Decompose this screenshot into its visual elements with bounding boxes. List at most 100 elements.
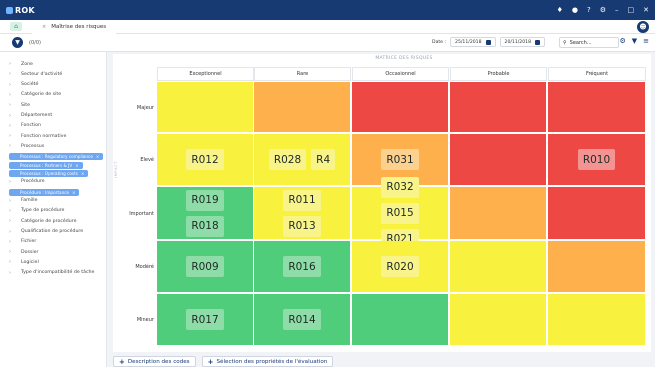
- filter-item[interactable]: › Site: [9, 102, 30, 108]
- settings-icon[interactable]: ⚙: [600, 6, 606, 14]
- matrix-cell[interactable]: [548, 82, 645, 132]
- matrix-cell[interactable]: R020: [352, 241, 448, 292]
- filter-item[interactable]: › Catégorie de procédure: [9, 218, 76, 224]
- date-from-field[interactable]: 25/11/2018: [450, 37, 496, 47]
- active-filter-chip[interactable]: Processus : Operating costs ×: [9, 170, 89, 177]
- risk-badge[interactable]: R032: [381, 176, 419, 198]
- filter-item[interactable]: › Procédure: [9, 179, 45, 185]
- active-filter-chip[interactable]: Processus : Partners & JV ×: [9, 161, 83, 169]
- sort-icon[interactable]: ≡: [643, 37, 649, 45]
- filter-item[interactable]: › Processus: [9, 143, 44, 149]
- filter-item-label: Catégorie de site: [21, 92, 62, 98]
- matrix-cell[interactable]: R014: [254, 294, 350, 345]
- risk-badge[interactable]: R014: [283, 309, 321, 330]
- filter-icon[interactable]: ▼: [632, 37, 637, 45]
- matrix-cell[interactable]: R028 R4: [254, 134, 350, 185]
- filter-item[interactable]: › Qualification de procédure: [9, 229, 83, 235]
- matrix-cell[interactable]: [450, 241, 546, 292]
- filter-toggle-button[interactable]: ▼: [12, 37, 23, 48]
- risk-badge[interactable]: R013: [283, 215, 321, 237]
- filter-item[interactable]: › Catégorie de site: [9, 92, 61, 98]
- matrix-cell[interactable]: [450, 134, 546, 185]
- filter-item[interactable]: › Logiciel: [9, 259, 39, 265]
- filter-item[interactable]: › Type d'incompatibilité de tâche: [9, 270, 94, 276]
- search-icon: ⚲: [563, 39, 567, 46]
- matrix-cell[interactable]: [352, 82, 448, 132]
- matrix-cell[interactable]: [450, 82, 546, 132]
- filter-item[interactable]: › Secteur d'activité: [9, 71, 62, 77]
- matrix-cell[interactable]: [548, 187, 645, 239]
- logo-mark-icon: [6, 6, 13, 14]
- risk-badge[interactable]: R016: [283, 256, 321, 277]
- active-filter-chip[interactable]: Procédure : Importance ×: [9, 188, 80, 196]
- close-icon[interactable]: ✕: [643, 6, 649, 14]
- matrix-cell[interactable]: [157, 82, 253, 132]
- user-avatar-icon[interactable]: ☻: [637, 21, 649, 33]
- calendar-icon[interactable]: [485, 39, 491, 45]
- filter-item[interactable]: › Dossier: [9, 249, 38, 255]
- matrix-cell[interactable]: R009: [157, 241, 253, 292]
- matrix-cell[interactable]: [548, 241, 645, 292]
- search-input[interactable]: ⚲ Search...: [559, 37, 619, 48]
- matrix-cell[interactable]: [548, 294, 645, 345]
- chip-remove-icon[interactable]: ×: [96, 154, 99, 159]
- filter-item[interactable]: › Fonction: [9, 123, 41, 129]
- risk-badge[interactable]: R4: [311, 149, 336, 170]
- active-filter-chip[interactable]: Processus : Regulatory compliance ×: [9, 153, 104, 161]
- evaluation-properties-button[interactable]: + Sélection des propriétés de l'évaluati…: [201, 356, 334, 367]
- matrix-cell[interactable]: R010: [548, 134, 645, 185]
- filter-item-label: Processus: [21, 143, 45, 149]
- filter-item-label: Site: [21, 102, 30, 108]
- date-to-value: 20/11/2018: [504, 39, 531, 45]
- chevron-right-icon: ›: [9, 269, 11, 276]
- help-icon[interactable]: ?: [587, 6, 591, 14]
- risk-badge[interactable]: R020: [381, 256, 419, 277]
- chip-remove-icon[interactable]: ×: [72, 190, 75, 195]
- matrix-cell[interactable]: R011 R013: [254, 187, 350, 239]
- matrix-cell[interactable]: [450, 294, 546, 345]
- risk-badge[interactable]: R017: [186, 309, 224, 330]
- matrix-cell[interactable]: [254, 82, 350, 132]
- risk-badge[interactable]: R018: [186, 215, 224, 237]
- toolbar: ▼ (0/0) Date : 25/11/2018 20/11/2018 ⚲ S…: [0, 34, 655, 52]
- filter-item[interactable]: › Fonction normative: [9, 133, 66, 139]
- tab-risk-control[interactable]: × Maîtrise des risques: [32, 19, 117, 34]
- home-icon[interactable]: ⌂: [10, 22, 22, 31]
- chip-label: Processus : Regulatory compliance: [20, 154, 93, 160]
- risk-badge[interactable]: R012: [186, 149, 224, 170]
- minimize-icon[interactable]: –: [615, 6, 619, 14]
- matrix-cell[interactable]: R012: [157, 134, 253, 185]
- filter-item[interactable]: › Fichier: [9, 239, 36, 245]
- filter-item[interactable]: › Famille: [9, 198, 38, 204]
- filter-item[interactable]: › Département: [9, 113, 52, 119]
- tab-close-icon[interactable]: ×: [42, 24, 46, 30]
- date-to-field[interactable]: 20/11/2018: [499, 37, 545, 47]
- maximize-icon[interactable]: □: [628, 6, 635, 14]
- matrix-cell[interactable]: R016: [254, 241, 350, 292]
- footer-actions: + Description des codes + Sélection des …: [113, 356, 334, 367]
- risk-badge[interactable]: R031: [381, 149, 419, 170]
- matrix-cell[interactable]: [352, 294, 448, 345]
- notification-icon[interactable]: ●: [572, 6, 578, 14]
- matrix-cell[interactable]: [450, 187, 546, 239]
- matrix-cell[interactable]: R032 R015 R021: [352, 176, 448, 250]
- calendar-icon[interactable]: [535, 39, 540, 45]
- risk-badge[interactable]: R010: [577, 149, 616, 170]
- risk-badge[interactable]: R011: [283, 189, 321, 211]
- matrix-cell[interactable]: R017: [157, 294, 253, 345]
- chip-remove-icon[interactable]: ×: [81, 171, 84, 176]
- chevron-right-icon: ›: [9, 238, 11, 245]
- risk-badge[interactable]: R028: [268, 149, 307, 170]
- risk-badge[interactable]: R009: [186, 256, 224, 277]
- gear-icon[interactable]: ⚙: [619, 37, 625, 45]
- filter-item[interactable]: › Zone: [9, 61, 33, 67]
- chip-remove-icon[interactable]: ×: [75, 163, 78, 168]
- matrix-cell[interactable]: R019 R018: [157, 187, 253, 239]
- risk-badge[interactable]: R019: [186, 189, 224, 211]
- risk-badge[interactable]: R015: [381, 202, 419, 224]
- filter-item[interactable]: › Société: [9, 82, 38, 88]
- filter-item-label: Procédure: [21, 179, 45, 185]
- bell-icon[interactable]: ♦: [557, 6, 563, 14]
- filter-item[interactable]: › Type de procédure: [9, 208, 64, 214]
- codes-description-button[interactable]: + Description des codes: [113, 356, 196, 367]
